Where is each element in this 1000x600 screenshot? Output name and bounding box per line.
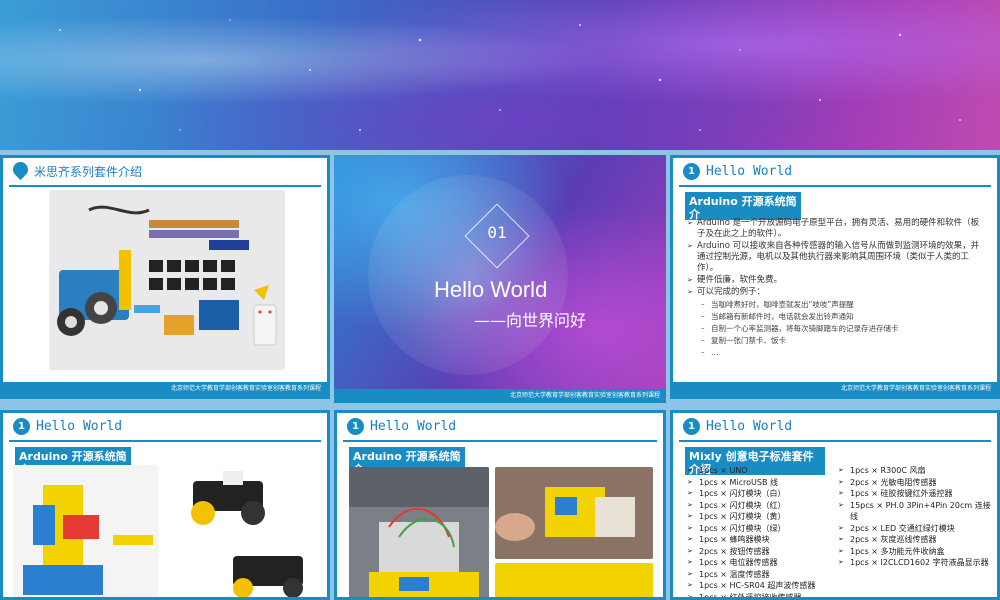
kit-components-illustration bbox=[57, 205, 277, 346]
slide-title: Hello World bbox=[706, 163, 793, 179]
bullet-item: Arduino 可以接收来自各种传感器的输入信号从而做到监测环境的效果，并通过控… bbox=[687, 241, 987, 274]
section-subtitle: ——向世界问好 bbox=[474, 311, 587, 330]
header-divider bbox=[679, 185, 991, 187]
kit-item: 1pcs × I2CLCD1602 字符液晶显示器 bbox=[838, 557, 993, 569]
header-divider bbox=[9, 185, 321, 187]
slide-kit-intro[interactable]: 米思齐系列套件介绍 北京师范大学教育学部创客教育实验室创客教育系列课程 bbox=[0, 155, 330, 399]
kit-item: 1pcs × UNO bbox=[687, 465, 837, 477]
slide-title: Hello World bbox=[370, 418, 457, 434]
kit-item: 2pcs × LED 交通红绿灯模块 bbox=[838, 523, 993, 535]
kit-item: 1pcs × 闪灯模块（白） bbox=[687, 488, 837, 500]
bullet-list: Arduino 是一个开放源码电子原型平台，拥有灵活、易用的硬件和软件（板子及在… bbox=[687, 218, 987, 359]
slide-header: 1 Hello World bbox=[3, 413, 327, 439]
slide-header: 1 Hello World bbox=[673, 413, 997, 439]
kit-item: 1pcs × 多功能元件收纳盒 bbox=[838, 546, 993, 558]
kit-item: 2pcs × 光敏电阻传感器 bbox=[838, 477, 993, 489]
slide-arduino-intro-text[interactable]: 1 Hello World Arduino 开源系统简介 Arduino 是一个… bbox=[670, 155, 1000, 399]
slide-title: Hello World bbox=[706, 418, 793, 434]
section-badge: 1 bbox=[683, 417, 700, 435]
kit-list-right: 1pcs × R300C 风扇 2pcs × 光敏电阻传感器 1pcs × 硅胶… bbox=[838, 465, 993, 569]
kit-item: 1pcs × 闪灯模块（绿） bbox=[687, 523, 837, 535]
slide-footer: 北京师范大学教育学部创客教育实验室创客教育系列课程 bbox=[334, 389, 666, 403]
slide-hello-world-title[interactable]: 01 Hello World ——向世界问好 北京师范大学教育学部创客教育实验室… bbox=[334, 155, 666, 403]
example-item: 当邮箱有新邮件时，电话就会发出铃声通知 bbox=[687, 311, 987, 322]
hands-building-photo bbox=[495, 467, 653, 559]
slide-title: 米思齐系列套件介绍 bbox=[34, 164, 143, 179]
kit-item: 1pcs × MicroUSB 线 bbox=[687, 477, 837, 489]
pin-icon bbox=[13, 162, 28, 180]
kit-list-left: 1pcs × UNO 1pcs × MicroUSB 线 1pcs × 闪灯模块… bbox=[687, 465, 837, 598]
slide-title: Hello World bbox=[36, 418, 123, 434]
kit-item: 1pcs × 闪灯模块（黄） bbox=[687, 511, 837, 523]
kit-photo bbox=[49, 190, 285, 370]
header-divider bbox=[343, 440, 657, 442]
bullet-item: 硬件低廉，软件免费。 bbox=[687, 275, 987, 286]
slide-mixly-kit[interactable]: 1 Hello World Mixly 创意电子标准套件介绍 1pcs × UN… bbox=[670, 410, 1000, 600]
slide-header: 米思齐系列套件介绍 bbox=[3, 158, 327, 184]
section-badge: 1 bbox=[13, 417, 30, 435]
kit-item: 1pcs × 电位器传感器 bbox=[687, 557, 837, 569]
kit-item: 1pcs × R300C 风扇 bbox=[838, 465, 993, 477]
slide-arduino-photos[interactable]: 1 Hello World Arduino 开源系统简介 bbox=[334, 410, 666, 600]
kit-item: 1pcs × 红外遥控接收传感器 bbox=[687, 592, 837, 598]
slide-footer: 北京师范大学教育学部创客教育实验室创客教育系列课程 bbox=[3, 382, 327, 396]
breadboard-photo bbox=[349, 467, 489, 597]
lego-robot-photo bbox=[13, 465, 158, 597]
topic-tag: Arduino 开源系统简介 bbox=[685, 192, 801, 220]
slide-header: 1 Hello World bbox=[337, 413, 663, 439]
kit-item: 1pcs × 硅胶按键红外遥控器 bbox=[838, 488, 993, 500]
kit-item: 1pcs × 闪灯模块（红） bbox=[687, 500, 837, 512]
robot-car-photo bbox=[173, 461, 323, 597]
kit-item: 15pcs × PH.0 3Pin+4Pin 20cm 连接线 bbox=[838, 500, 993, 523]
slide-arduino-robots[interactable]: 1 Hello World Arduino 开源系统简介 bbox=[0, 410, 330, 600]
section-badge: 1 bbox=[347, 417, 364, 435]
kit-item: 1pcs × 蜂鸣器模块 bbox=[687, 534, 837, 546]
starfield bbox=[59, 19, 961, 131]
header-divider bbox=[9, 440, 321, 442]
kit-item: 1pcs × HC-SR04 超声波传感器 bbox=[687, 580, 837, 592]
bullet-item: 可以完成的例子： bbox=[687, 287, 987, 298]
section-number: 01 bbox=[487, 223, 507, 242]
example-item: 复制一张门禁卡、饭卡 bbox=[687, 335, 987, 346]
example-item: 自制一个心率监测器，将每次骑脚踏车的记录存进存储卡 bbox=[687, 323, 987, 334]
slide-footer: 北京师范大学教育学部创客教育实验室创客教育系列课程 bbox=[673, 382, 997, 396]
section-title: Hello World bbox=[434, 277, 548, 302]
example-item: 当咖啡煮好时，咖啡壶就发出“吱吱”声提醒 bbox=[687, 299, 987, 310]
kit-item: 2pcs × 按钮传感器 bbox=[687, 546, 837, 558]
top-banner bbox=[0, 0, 1000, 150]
kit-item: 1pcs × 温度传感器 bbox=[687, 569, 837, 581]
header-divider bbox=[679, 440, 991, 442]
kit-item: 2pcs × 灰度巡线传感器 bbox=[838, 534, 993, 546]
halo-circle bbox=[368, 175, 568, 375]
bullet-item: Arduino 是一个开放源码电子原型平台，拥有灵活、易用的硬件和软件（板子及在… bbox=[687, 218, 987, 240]
slide-header: 1 Hello World bbox=[673, 158, 997, 184]
example-item: … bbox=[687, 347, 987, 358]
lego-figures-photo bbox=[495, 563, 653, 597]
section-badge: 1 bbox=[683, 162, 700, 180]
